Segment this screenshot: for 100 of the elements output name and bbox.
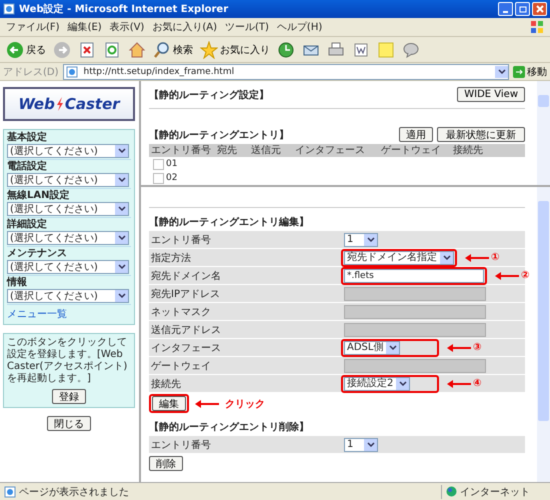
register-note: このボタンをクリックして設定を登録します。[Web Caster(アクセスポイント)を再起動します。]	[7, 337, 128, 385]
entry-number: 02	[166, 173, 178, 183]
input-field[interactable]: *.flets	[344, 268, 484, 282]
column-header: インタフェース	[294, 144, 366, 157]
menu-item[interactable]: お気に入り(A)	[152, 20, 217, 34]
close-icon	[536, 5, 544, 13]
menu-item[interactable]: ヘルプ(H)	[276, 20, 322, 34]
field-label: インタフェース	[150, 342, 222, 354]
menu-select[interactable]: (選択してください)	[7, 260, 129, 274]
refresh-icon	[103, 40, 121, 58]
menu-select[interactable]: (選択してください)	[7, 173, 129, 187]
field-label: 宛先IPアドレス	[150, 288, 221, 300]
section-title: 【静的ルーティングエントリ編集】	[149, 216, 310, 230]
menu-group-label: 情報	[7, 277, 28, 289]
menu-group-label: メンテナンス	[7, 248, 68, 260]
field-label: エントリ番号	[150, 438, 212, 452]
menu-select[interactable]: (選択してください)	[7, 231, 129, 245]
menu-select[interactable]: (選択してください)	[7, 202, 129, 216]
scrollbar[interactable]	[537, 81, 550, 185]
menu-item[interactable]: ファイル(F)	[6, 20, 60, 34]
arrow-icon	[195, 400, 219, 408]
clock-icon	[277, 40, 295, 58]
arrow-icon	[447, 380, 471, 388]
column-header: ゲートウェイ	[380, 144, 442, 157]
select-field[interactable]: ADSL側	[344, 340, 400, 354]
globe-icon	[446, 486, 457, 497]
menu-select[interactable]: (選択してください)	[7, 289, 129, 303]
menu-item[interactable]: ツール(T)	[225, 20, 269, 34]
delete-button[interactable]: 削除	[149, 456, 183, 471]
select-field[interactable]: 宛先ドメイン名指定	[344, 250, 454, 264]
edit-button[interactable]: 編集	[152, 396, 186, 411]
callout-number: ④	[473, 378, 482, 389]
section-title: 【静的ルーティングエントリ削除】	[149, 421, 310, 435]
refresh-status-button[interactable]: 最新状態に更新	[437, 127, 525, 142]
field-label: ゲートウェイ	[150, 360, 212, 372]
arrow-icon	[495, 272, 519, 280]
menu-group-label: 電話設定	[7, 161, 48, 173]
menu-group-label: 詳細設定	[7, 219, 48, 231]
restore-button[interactable]	[515, 2, 530, 16]
speech-bubble-icon	[402, 40, 420, 58]
select-field[interactable]: 接続設定2	[344, 376, 410, 390]
menu-item[interactable]: 表示(V)	[110, 20, 144, 34]
section-title: 【静的ルーティングエントリ】	[149, 128, 289, 142]
address-label: アドレス(D)	[3, 66, 59, 78]
page-icon	[3, 3, 15, 15]
arrow-icon	[465, 254, 489, 262]
field-label: 送信元アドレス	[150, 324, 222, 336]
status-text: ページが表示されました	[19, 486, 129, 498]
entry-number: 01	[166, 159, 178, 169]
menu-list-link[interactable]: メニュー一覧	[7, 305, 131, 321]
page-icon	[4, 486, 16, 498]
callout-number: ③	[473, 342, 482, 353]
address-field[interactable]: http://ntt.setup/index_frame.html	[62, 64, 509, 80]
entry-checkbox[interactable]	[153, 158, 164, 170]
search-button[interactable]: 検索	[151, 40, 195, 58]
field-label: 宛先ドメイン名	[150, 270, 222, 282]
field-label: エントリ番号	[150, 234, 212, 246]
column-header: 宛先	[216, 144, 238, 157]
callout-number: ①	[491, 252, 500, 263]
scrollbar[interactable]	[537, 187, 550, 482]
column-header: 送信元	[250, 144, 282, 157]
document-icon	[352, 40, 370, 58]
arrow-icon	[447, 344, 471, 352]
column-header: 接続先	[452, 144, 484, 157]
printer-icon	[327, 40, 345, 58]
menu-group-label: 基本設定	[7, 132, 48, 144]
close-button[interactable]	[532, 2, 547, 16]
go-button[interactable]: 移動	[513, 64, 547, 78]
register-button[interactable]: 登録	[52, 389, 86, 404]
callout-number: ②	[521, 270, 530, 281]
search-icon	[153, 40, 171, 58]
back-button[interactable]: 戻る	[4, 40, 48, 58]
menu-item[interactable]: 編集(E)	[68, 20, 102, 34]
menu-group-label: 無線LAN設定	[7, 190, 70, 202]
column-header: エントリ番号	[150, 144, 212, 157]
page-icon	[66, 66, 78, 78]
note-icon	[377, 40, 395, 58]
logo: Web Caster	[3, 87, 135, 121]
stop-icon	[78, 40, 96, 58]
select-field[interactable]: 1	[344, 438, 378, 452]
home-button[interactable]	[126, 40, 148, 58]
window-title: Web設定 - Microsoft Internet Explorer	[19, 2, 230, 16]
restore-icon	[518, 5, 526, 13]
field-label: 接続先	[150, 378, 182, 390]
minimize-button[interactable]	[498, 2, 513, 16]
apply-button[interactable]: 適用	[399, 127, 433, 142]
page-title: 【静的ルーティング設定】	[149, 88, 269, 102]
favorites-button[interactable]: お気に入り	[198, 40, 272, 58]
close-window-button[interactable]: 閉じる	[47, 416, 91, 431]
click-label: クリック	[225, 398, 265, 410]
entry-checkbox[interactable]	[153, 172, 164, 184]
windows-flag-icon	[530, 20, 544, 34]
select-field[interactable]: 1	[344, 232, 378, 246]
menu-select[interactable]: (選択してください)	[7, 144, 129, 158]
wide-view-button[interactable]: WIDE View	[457, 87, 525, 102]
home-icon	[128, 40, 146, 58]
zone-label: インターネット	[460, 486, 530, 498]
field-label: ネットマスク	[150, 306, 212, 318]
field-label: 指定方法	[150, 252, 192, 264]
star-icon	[200, 40, 218, 58]
